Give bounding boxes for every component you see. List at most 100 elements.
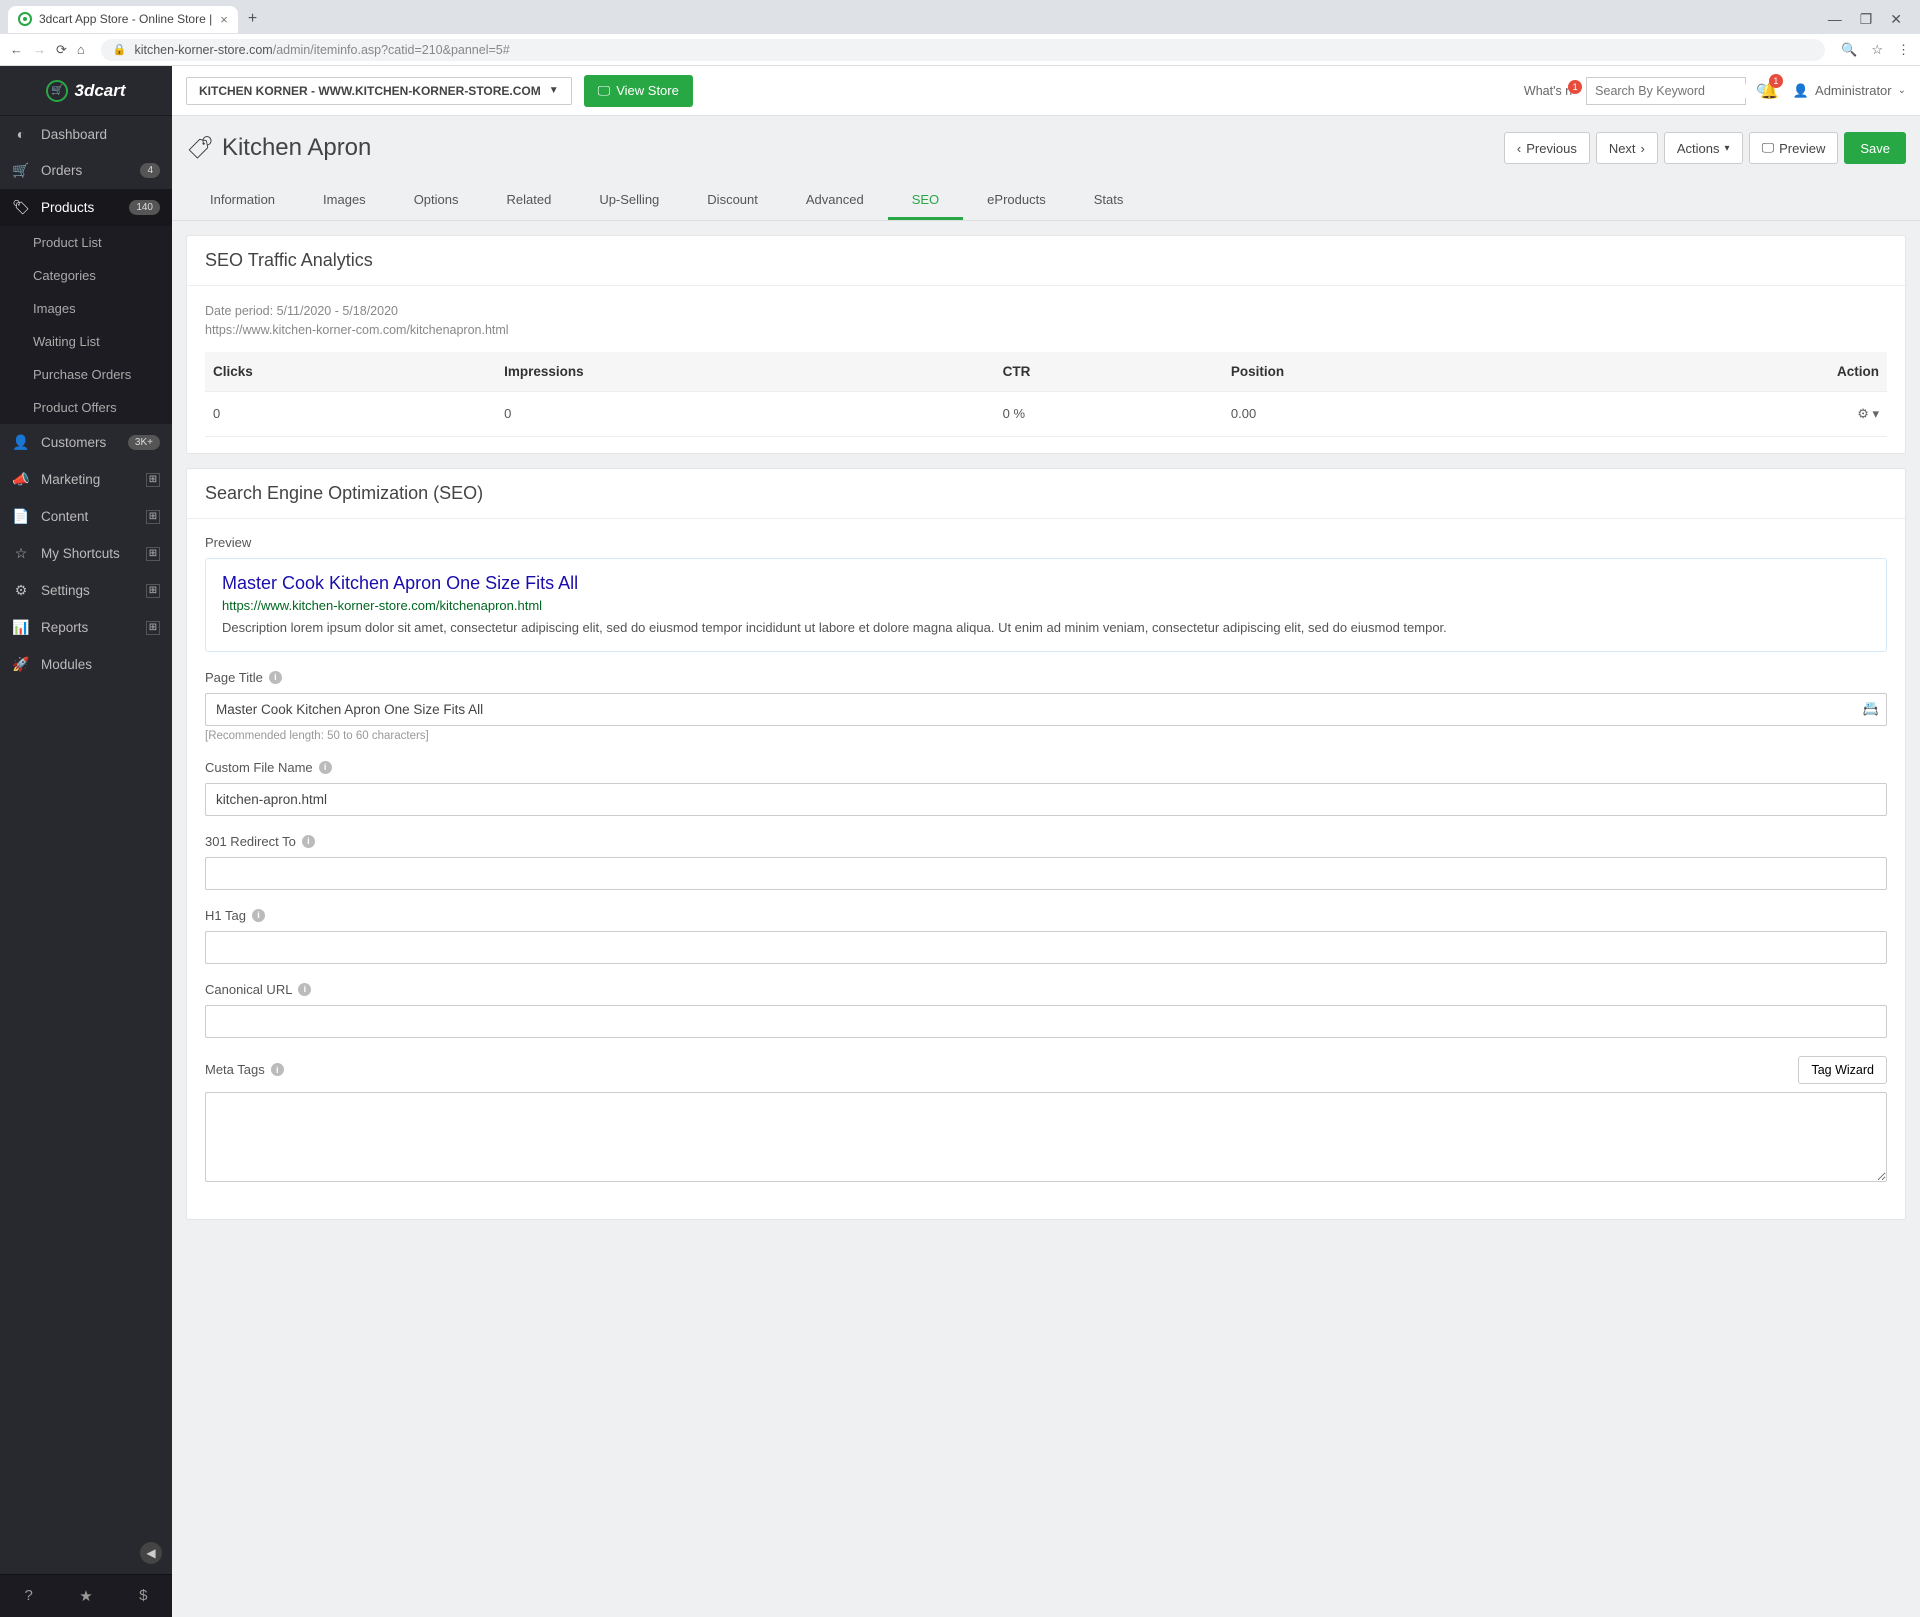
h1-input[interactable] <box>205 931 1887 964</box>
sidebar-item-marketing[interactable]: 📣Marketing⊞ <box>0 461 172 498</box>
sidebar-sub-item-categories[interactable]: Categories <box>0 259 172 292</box>
sidebar-sub-item-purchase-orders[interactable]: Purchase Orders <box>0 358 172 391</box>
sidebar-item-reports[interactable]: 📊Reports⊞ <box>0 609 172 646</box>
window-minimize-icon[interactable]: — <box>1828 12 1842 26</box>
help-button[interactable]: ? <box>0 1575 57 1617</box>
info-icon[interactable]: i <box>252 909 265 922</box>
tab-discount[interactable]: Discount <box>683 182 782 220</box>
sidebar-item-customers[interactable]: 👤Customers3K+ <box>0 424 172 461</box>
row-action-menu[interactable]: ⚙ ▾ <box>1857 406 1879 421</box>
tag-wizard-button[interactable]: Tag Wizard <box>1798 1056 1887 1084</box>
tab-information[interactable]: Information <box>186 182 299 220</box>
chevron-down-icon: ⌄ <box>1898 85 1906 96</box>
col-ctr: CTR <box>995 352 1223 392</box>
info-icon[interactable]: i <box>302 835 315 848</box>
tab-stats[interactable]: Stats <box>1070 182 1148 220</box>
tab-advanced[interactable]: Advanced <box>782 182 888 220</box>
page-title: Kitchen Apron <box>222 134 371 162</box>
contact-card-icon[interactable]: 📇 <box>1863 701 1879 717</box>
sidebar-item-label: Content <box>41 509 88 524</box>
browser-tab[interactable]: 3dcart App Store - Online Store | × <box>8 6 238 33</box>
badge: 4 <box>140 163 160 178</box>
sidebar-item-content[interactable]: 📄Content⊞ <box>0 498 172 535</box>
tab-close-icon[interactable]: × <box>220 12 228 27</box>
sidebar-item-dashboard[interactable]: ◐Dashboard <box>0 116 172 152</box>
monitor-icon: 🖵 <box>598 83 611 99</box>
actions-dropdown[interactable]: Actions▾ <box>1664 132 1743 164</box>
user-icon: 👤 <box>12 434 30 451</box>
sidebar-sub-item-product-list[interactable]: Product List <box>0 226 172 259</box>
home-button[interactable]: ⌂ <box>77 42 85 57</box>
sidebar-item-settings[interactable]: ⚙Settings⊞ <box>0 572 172 609</box>
meta-textarea[interactable] <box>205 1092 1887 1182</box>
tab-images[interactable]: Images <box>299 182 390 220</box>
forward-button[interactable]: → <box>33 42 46 57</box>
window-close-icon[interactable]: ✕ <box>1890 12 1902 26</box>
sidebar-item-my-shortcuts[interactable]: ☆My Shortcuts⊞ <box>0 535 172 572</box>
search-box[interactable]: 🔍 <box>1586 77 1746 105</box>
new-tab-button[interactable]: + <box>248 10 257 28</box>
sidebar-sub-item-waiting-list[interactable]: Waiting List <box>0 325 172 358</box>
sidebar-item-label: Products <box>41 200 94 215</box>
info-icon[interactable]: i <box>319 761 332 774</box>
expand-icon: ⊞ <box>146 584 160 598</box>
meta-label: Meta Tags <box>205 1062 265 1077</box>
billing-button[interactable]: $ <box>115 1575 172 1617</box>
info-icon[interactable]: i <box>271 1063 284 1076</box>
view-store-button[interactable]: 🖵 View Store <box>584 75 693 107</box>
sidebar-item-products[interactable]: 🏷Products140 <box>0 189 172 226</box>
back-button[interactable]: ← <box>10 42 23 57</box>
bullhorn-icon: 📣 <box>12 471 30 488</box>
tab-row: InformationImagesOptionsRelatedUp-Sellin… <box>172 182 1920 221</box>
logo[interactable]: 3dcart <box>0 66 172 116</box>
custom-file-input[interactable] <box>205 783 1887 816</box>
notifications-button[interactable]: 🔔 1 <box>1760 82 1779 100</box>
redirect-input[interactable] <box>205 857 1887 890</box>
store-selector[interactable]: KITCHEN KORNER - WWW.KITCHEN-KORNER-STOR… <box>186 77 572 105</box>
previous-button[interactable]: ‹Previous <box>1504 132 1590 164</box>
favorites-button[interactable]: ★ <box>57 1575 114 1617</box>
tab-options[interactable]: Options <box>390 182 483 220</box>
reload-button[interactable]: ⟳ <box>56 42 67 58</box>
info-icon[interactable]: i <box>298 983 311 996</box>
user-icon: 👤 <box>1793 83 1809 99</box>
chevron-right-icon: › <box>1641 141 1645 156</box>
logo-text: 3dcart <box>74 81 125 101</box>
zoom-icon[interactable]: 🔍 <box>1841 42 1857 58</box>
url-field[interactable]: 🔒 kitchen-korner-store.com/admin/iteminf… <box>101 39 1825 61</box>
collapse-sidebar-button[interactable]: ◀ <box>140 1542 162 1564</box>
topbar: KITCHEN KORNER - WWW.KITCHEN-KORNER-STOR… <box>172 66 1920 116</box>
page-title-input[interactable] <box>205 693 1887 726</box>
analytics-url: https://www.kitchen-korner-com.com/kitch… <box>205 321 1887 340</box>
table-row: 0 0 0 % 0.00 ⚙ ▾ <box>205 391 1887 436</box>
tab-up-selling[interactable]: Up-Selling <box>575 182 683 220</box>
canonical-input[interactable] <box>205 1005 1887 1038</box>
h1-label: H1 Tag <box>205 908 246 923</box>
tab-eproducts[interactable]: eProducts <box>963 182 1070 220</box>
browser-tab-bar: 3dcart App Store - Online Store | × + — … <box>0 0 1920 34</box>
sidebar-item-label: Orders <box>41 163 82 178</box>
sidebar-sub-item-product-offers[interactable]: Product Offers <box>0 391 172 424</box>
user-menu[interactable]: 👤 Administrator ⌄ <box>1793 83 1906 99</box>
chart-icon: 📊 <box>12 619 30 636</box>
tab-seo[interactable]: SEO <box>888 182 963 220</box>
preview-button[interactable]: 🖵Preview <box>1749 132 1839 164</box>
search-input[interactable] <box>1595 84 1756 98</box>
next-button[interactable]: Next› <box>1596 132 1658 164</box>
whats-new-link[interactable]: What's n 1 <box>1524 84 1572 98</box>
sidebar-sub-item-images[interactable]: Images <box>0 292 172 325</box>
window-maximize-icon[interactable]: ❐ <box>1860 12 1873 26</box>
sidebar-item-orders[interactable]: 🛒Orders4 <box>0 152 172 189</box>
sidebar-item-modules[interactable]: 🚀Modules <box>0 646 172 683</box>
canonical-label: Canonical URL <box>205 982 292 997</box>
bookmark-icon[interactable]: ☆ <box>1871 42 1883 58</box>
info-icon[interactable]: i <box>269 671 282 684</box>
menu-icon[interactable]: ⋮ <box>1897 42 1910 58</box>
gauge-icon: ◐ <box>12 126 30 142</box>
seo-preview-box: Master Cook Kitchen Apron One Size Fits … <box>205 558 1887 652</box>
analytics-panel: SEO Traffic Analytics Date period: 5/11/… <box>186 235 1906 454</box>
col-action: Action <box>1584 352 1887 392</box>
tab-related[interactable]: Related <box>483 182 576 220</box>
col-position: Position <box>1223 352 1584 392</box>
save-button[interactable]: Save <box>1844 132 1906 164</box>
